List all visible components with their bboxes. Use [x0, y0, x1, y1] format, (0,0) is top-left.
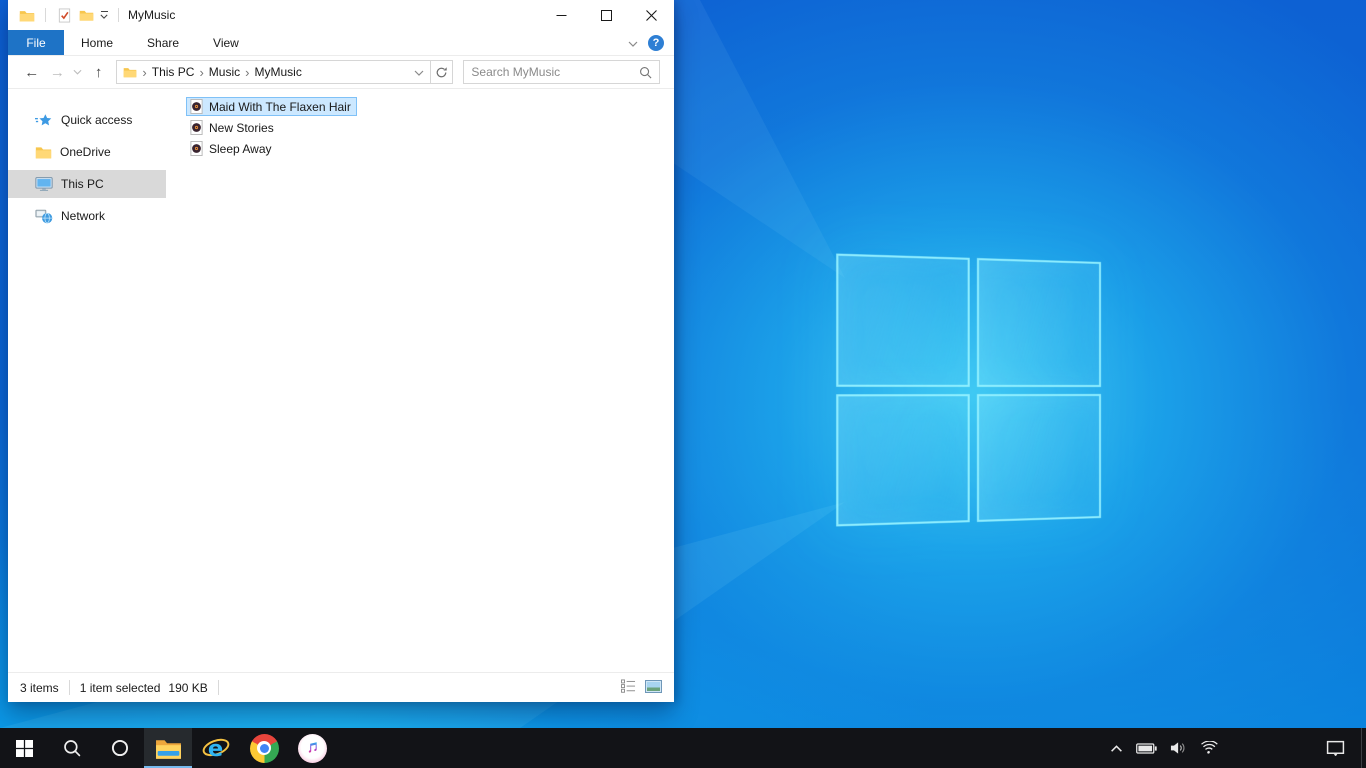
sidebar-item-label: OneDrive — [60, 145, 111, 159]
titlebar[interactable]: MyMusic — [8, 0, 674, 30]
windows-start-icon — [15, 739, 33, 757]
cortana-circle-icon — [111, 739, 129, 757]
sidebar-item-this-pc[interactable]: This PC — [8, 170, 166, 198]
sidebar-item-network[interactable]: Network — [8, 202, 166, 230]
file-explorer-icon — [155, 739, 181, 759]
chrome-icon — [249, 733, 279, 763]
customize-quick-access-toolbar-icon[interactable] — [97, 4, 111, 26]
windows-logo — [836, 253, 1101, 527]
selection-size: 190 KB — [168, 680, 208, 695]
windows-logo-pane — [976, 393, 1101, 522]
music-file-icon — [190, 99, 203, 114]
recent-locations-chevron-icon[interactable] — [71, 60, 85, 84]
taskbar: e — [0, 728, 1366, 768]
file-item[interactable]: Maid With The Flaxen Hair — [186, 97, 357, 116]
divider — [45, 8, 46, 22]
folder-icon — [124, 68, 137, 78]
window-title: MyMusic — [128, 8, 176, 22]
internet-explorer-icon: e — [202, 736, 230, 762]
show-desktop-button[interactable] — [1361, 728, 1366, 768]
search-box[interactable] — [463, 60, 661, 84]
divider — [217, 680, 219, 695]
new-folder-icon[interactable] — [75, 4, 97, 26]
sidebar-item-label: Quick access — [61, 113, 133, 127]
breadcrumb-separator: › — [142, 64, 147, 80]
file-item[interactable]: New Stories — [186, 118, 280, 137]
file-explorer-window: MyMusic File Home Share View ? ← → ↑ › T… — [8, 0, 674, 702]
quick-access-star-icon — [35, 113, 52, 125]
music-file-icon — [190, 120, 203, 135]
sidebar-item-label: Network — [61, 209, 106, 223]
cortana-button[interactable] — [96, 728, 144, 768]
explorer-main: Quick access OneDrive This PC Network Ma… — [8, 89, 674, 672]
action-center-icon[interactable] — [1318, 728, 1352, 768]
wifi-icon[interactable] — [1200, 741, 1218, 755]
divider — [68, 680, 70, 695]
help-icon[interactable]: ? — [648, 34, 664, 51]
tab-home[interactable]: Home — [64, 30, 130, 55]
start-button[interactable] — [0, 728, 48, 768]
ribbon-tab-bar: File Home Share View ? — [8, 30, 674, 56]
tab-view[interactable]: View — [196, 30, 256, 55]
sidebar-item-quick-access[interactable]: Quick access — [8, 106, 166, 134]
properties-icon[interactable] — [53, 4, 75, 26]
breadcrumb-separator: › — [245, 64, 250, 80]
volume-icon[interactable] — [1170, 741, 1187, 755]
breadcrumb-mymusic[interactable]: MyMusic — [254, 65, 301, 79]
up-button[interactable]: ↑ — [87, 60, 111, 84]
window-controls — [539, 0, 674, 30]
details-view-icon[interactable] — [621, 679, 636, 696]
expand-ribbon-chevron-icon[interactable] — [628, 36, 638, 50]
breadcrumb-this-pc[interactable]: This PC — [152, 65, 195, 79]
breadcrumb-separator: › — [199, 64, 204, 80]
file-list: Maid With The Flaxen Hair New Stories Sl… — [166, 89, 674, 672]
desktop: MyMusic File Home Share View ? ← → ↑ › T… — [0, 0, 1366, 768]
windows-logo-pane — [836, 253, 970, 387]
windows-logo-pane — [976, 258, 1101, 387]
file-name: Maid With The Flaxen Hair — [209, 99, 351, 114]
tab-share[interactable]: Share — [130, 30, 196, 55]
app-folder-icon — [16, 4, 38, 26]
maximize-button[interactable] — [584, 0, 629, 30]
navigation-bar: ← → ↑ › This PC › Music › MyMusic — [8, 56, 674, 89]
search-icon[interactable] — [639, 66, 652, 79]
minimize-button[interactable] — [539, 0, 584, 30]
refresh-button[interactable] — [431, 60, 454, 84]
file-item[interactable]: Sleep Away — [186, 139, 278, 158]
taskbar-file-explorer-button[interactable] — [144, 728, 192, 768]
this-pc-monitor-icon — [35, 177, 53, 191]
taskbar-search-button[interactable] — [48, 728, 96, 768]
breadcrumb-music[interactable]: Music — [209, 65, 240, 79]
tab-file[interactable]: File — [8, 30, 64, 55]
address-bar[interactable]: › This PC › Music › MyMusic — [116, 60, 432, 84]
search-icon — [64, 740, 81, 757]
network-icon — [35, 209, 53, 223]
hidden-icons-chevron-icon[interactable] — [1110, 744, 1123, 753]
search-input[interactable] — [471, 65, 640, 79]
itunes-icon — [297, 733, 327, 763]
address-dropdown-chevron-icon[interactable] — [414, 65, 424, 79]
divider — [118, 8, 119, 22]
navigation-pane: Quick access OneDrive This PC Network — [8, 89, 166, 672]
svg-text:e: e — [208, 736, 223, 762]
sidebar-item-label: This PC — [61, 177, 104, 191]
close-button[interactable] — [629, 0, 674, 30]
taskbar-itunes-button[interactable] — [288, 728, 336, 768]
windows-logo-pane — [836, 393, 970, 527]
folder-icon — [35, 147, 52, 159]
sidebar-item-onedrive[interactable]: OneDrive — [8, 138, 166, 166]
taskbar-chrome-button[interactable] — [240, 728, 288, 768]
battery-icon[interactable] — [1136, 742, 1157, 754]
system-tray — [1110, 728, 1218, 768]
item-count: 3 items — [20, 680, 59, 695]
status-bar: 3 items 1 item selected 190 KB — [8, 672, 674, 702]
forward-button[interactable]: → — [46, 60, 70, 84]
back-button[interactable]: ← — [20, 60, 44, 84]
taskbar-internet-explorer-button[interactable]: e — [192, 728, 240, 768]
selection-count: 1 item selected — [79, 680, 161, 695]
file-name: Sleep Away — [209, 141, 272, 156]
file-name: New Stories — [209, 120, 274, 135]
thumbnail-view-icon[interactable] — [645, 679, 662, 696]
music-file-icon — [190, 141, 203, 156]
